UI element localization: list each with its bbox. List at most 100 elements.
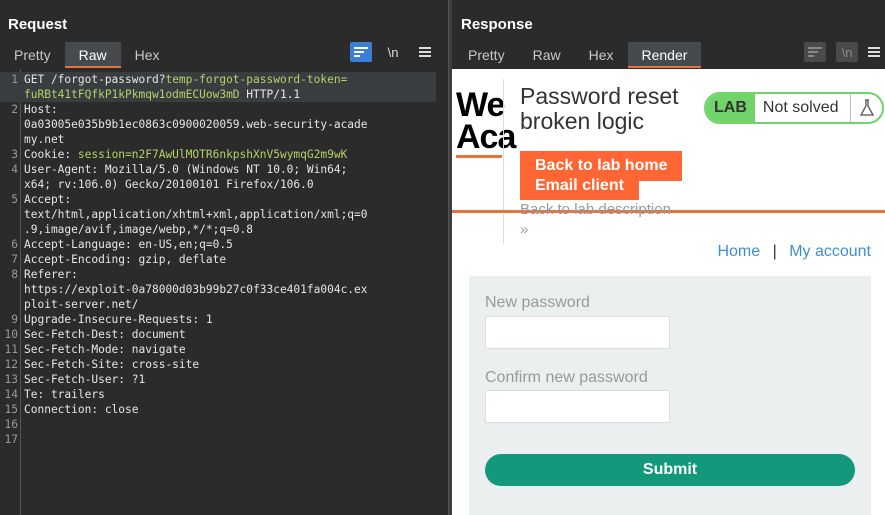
line-content: Sec-Fetch-Site: cross-site <box>24 358 200 371</box>
request-line: 7 Accept-Encoding: gzip, deflate <box>0 252 436 267</box>
response-tabs: Pretty Raw Hex Render <box>454 42 702 68</box>
request-line: 8 Referer: <box>0 267 436 282</box>
response-tab-hex[interactable]: Hex <box>575 42 628 68</box>
line-number: 12 <box>4 358 18 371</box>
flask-icon <box>850 94 882 122</box>
request-line: https://exploit-0a78000d03b99b27c0f33ce4… <box>0 282 436 297</box>
line-number: 4 <box>11 163 18 176</box>
line-content: Accept-Encoding: gzip, deflate <box>24 253 227 266</box>
request-line: x64; rv:106.0) Gecko/20100101 Firefox/10… <box>0 177 436 192</box>
line-content: text/html,application/xhtml+xml,applicat… <box>24 208 368 221</box>
response-title: Response <box>461 16 533 33</box>
newline-toggle-icon[interactable]: \n <box>382 42 404 62</box>
rendered-page: We Aca Password reset broken logic LAB N… <box>452 69 885 515</box>
line-content: Connection: close <box>24 403 139 416</box>
request-menu-icon[interactable] <box>414 42 436 62</box>
line-content: Accept: <box>24 193 72 206</box>
request-line: 14 Te: trailers <box>0 387 436 402</box>
lab-title-line-2: broken logic <box>520 108 645 134</box>
response-tab-render[interactable]: Render <box>627 42 702 68</box>
line-number: 14 <box>4 388 18 401</box>
line-content: https://exploit-0a78000d03b99b27c0f33ce4… <box>24 283 368 296</box>
line-number: 6 <box>11 238 18 251</box>
line-content: User-Agent: Mozilla/5.0 (Windows NT 10.0… <box>24 163 348 176</box>
request-line: 6 Accept-Language: en-US,en;q=0.5 <box>0 237 436 252</box>
lab-title-line-1: Password reset <box>520 83 679 109</box>
new-password-label: New password <box>485 294 590 311</box>
response-menu-icon[interactable] <box>863 42 885 62</box>
nav-separator: | <box>772 243 777 260</box>
request-title: Request <box>8 16 68 33</box>
response-pane: Response Pretty Raw Hex Render \n We Aca… <box>452 0 885 515</box>
line-content: x64; rv:106.0) Gecko/20100101 Firefox/10… <box>24 178 314 191</box>
request-line: 4 User-Agent: Mozilla/5.0 (Windows NT 10.… <box>0 162 436 177</box>
request-line: 12 Sec-Fetch-Site: cross-site <box>0 357 436 372</box>
lab-label: LAB <box>706 94 755 122</box>
request-editor[interactable]: 1 GET /forgot-password?temp-forgot-passwo… <box>0 69 448 515</box>
line-number: 16 <box>4 418 18 431</box>
nav-my-account-link[interactable]: My account <box>789 243 871 260</box>
line-content: ploit-server.net/ <box>24 298 139 311</box>
line-number: 8 <box>11 268 18 281</box>
request-line: 10 Sec-Fetch-Dest: document <box>0 327 436 342</box>
line-number: 1 <box>11 73 18 86</box>
request-line: 13 Sec-Fetch-User: ?1 <box>0 372 436 387</box>
response-tab-raw[interactable]: Raw <box>519 42 575 68</box>
submit-button[interactable]: Submit <box>485 454 855 486</box>
academy-logo: We Aca <box>456 86 516 156</box>
line-content: my.net <box>24 133 65 146</box>
request-line: .9,image/avif,image/webp,*/*;q=0.8 <box>0 222 436 237</box>
line-content: 0a03005e035b9b1ec0863c0900020059.web-sec… <box>24 118 368 131</box>
request-line: 3 Cookie: session=n2F7AwUlMOTR6nkpshXnV5w… <box>0 147 436 162</box>
request-line: 2 Host: <box>0 102 436 117</box>
request-tab-hex[interactable]: Hex <box>121 42 174 68</box>
new-password-input[interactable] <box>485 316 670 349</box>
request-line: 11 Sec-Fetch-Mode: navigate <box>0 342 436 357</box>
email-client-button[interactable]: Email client <box>520 172 639 200</box>
logo-line-2: Aca <box>456 118 516 156</box>
logo-underline <box>456 155 502 158</box>
request-line: text/html,application/xhtml+xml,applicat… <box>0 207 436 222</box>
reset-password-form: New password Confirm new password Submit <box>469 276 871 515</box>
line-content: Sec-Fetch-User: ?1 <box>24 373 146 386</box>
lab-title: Password reset broken logic <box>520 84 679 134</box>
newline-toggle-icon[interactable]: \n <box>836 42 858 62</box>
line-number: 13 <box>4 373 18 386</box>
line-number: 5 <box>11 193 18 206</box>
double-chevron-icon: » <box>520 221 529 238</box>
back-to-lab-description-link[interactable]: Back to lab description <box>520 201 671 218</box>
line-number: 3 <box>11 148 18 161</box>
request-line: fuRBt41tFQfkP1kPkmqw1odmECUow3mD HTTP/1.… <box>0 87 436 102</box>
request-line: 5 Accept: <box>0 192 436 207</box>
request-tabs: Pretty Raw Hex <box>0 42 174 68</box>
confirm-password-input[interactable] <box>485 390 670 423</box>
wrap-lines-icon[interactable] <box>804 42 826 62</box>
line-number: 15 <box>4 403 18 416</box>
request-line: 16 <box>0 417 436 432</box>
request-line: 17 <box>0 432 436 447</box>
line-number: 10 <box>4 328 18 341</box>
line-content: Host: <box>24 103 58 116</box>
request-tab-pretty[interactable]: Pretty <box>0 42 65 68</box>
line-content: fuRBt41tFQfkP1kPkmqw1odmECUow3mD HTTP/1.… <box>24 88 301 101</box>
response-tab-pretty[interactable]: Pretty <box>454 42 519 68</box>
line-content: Te: trailers <box>24 388 105 401</box>
logo-line-1: We <box>456 86 505 124</box>
request-tab-raw[interactable]: Raw <box>64 42 121 68</box>
line-number: 9 <box>11 313 18 326</box>
line-number: 17 <box>4 433 18 446</box>
line-content: Upgrade-Insecure-Requests: 1 <box>24 313 213 326</box>
request-pane: Request Pretty Raw Hex \n 1 GET /forgot-p… <box>0 0 448 515</box>
line-content: Accept-Language: en-US,en;q=0.5 <box>24 238 233 251</box>
line-content: Sec-Fetch-Dest: document <box>24 328 186 341</box>
lab-status-text: Not solved <box>762 99 839 116</box>
line-content: .9,image/avif,image/webp,*/*;q=0.8 <box>24 223 254 236</box>
nav-home-link[interactable]: Home <box>717 243 760 260</box>
lab-status-badge: LAB Not solved <box>704 92 885 124</box>
wrap-lines-icon[interactable] <box>350 42 372 62</box>
line-content: Cookie: session=n2F7AwUlMOTR6nkpshXnV5wy… <box>24 148 348 161</box>
top-nav: Home | My account <box>717 243 871 261</box>
line-number: 11 <box>4 343 18 356</box>
request-line: 0a03005e035b9b1ec0863c0900020059.web-sec… <box>0 117 436 132</box>
line-content: GET /forgot-password?temp-forgot-passwor… <box>24 73 348 86</box>
